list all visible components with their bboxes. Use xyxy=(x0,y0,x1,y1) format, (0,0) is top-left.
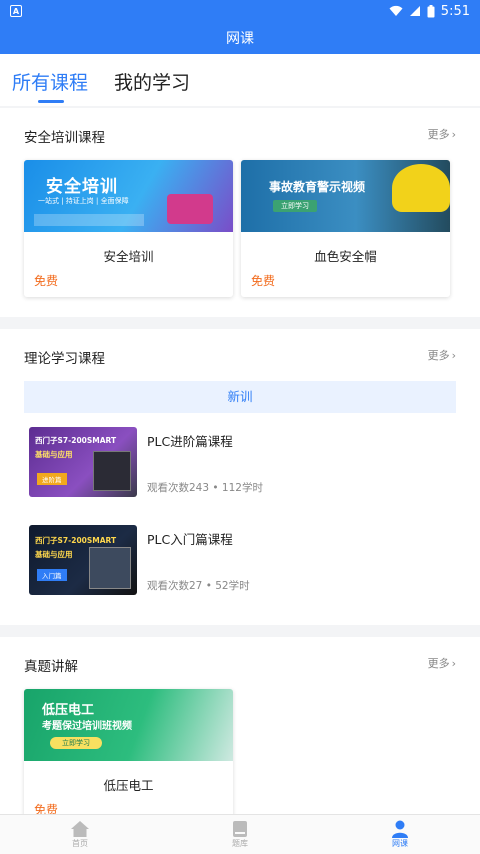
person-icon xyxy=(392,820,408,838)
course-list-item[interactable]: 西门子S7-200SMART 基础与应用 入门篇 PLC入门篇课程 观看次数27… xyxy=(24,525,456,623)
city-silhouette xyxy=(34,214,144,226)
course-title: PLC进阶篇课程 xyxy=(147,434,233,449)
status-bar: A 5:51 xyxy=(0,0,480,22)
thumbnail-line1: 西门子S7-200SMART xyxy=(35,436,117,445)
book-icon xyxy=(233,821,247,837)
bottom-nav: 首页 题库 网课 xyxy=(0,814,480,854)
thumbnail-title: 安全培训 xyxy=(46,177,118,197)
more-label: 更多 xyxy=(427,657,450,670)
course-name: 血色安全帽 xyxy=(314,249,377,264)
more-link[interactable]: 更多 › xyxy=(428,655,456,671)
plc-device-shape xyxy=(93,451,131,491)
app-bar: 网课 xyxy=(0,22,480,54)
course-card[interactable]: 低压电工 考题保过培训班视频 立即学习 低压电工 免费 xyxy=(24,689,233,814)
course-thumbnail: 低压电工 考题保过培训班视频 立即学习 xyxy=(24,689,233,761)
content-scroll[interactable]: 安全培训课程 更多 › 安全培训 一站式 | 持证上岗 | 全面保障 安全培训 免… xyxy=(0,108,480,814)
helmet-shape xyxy=(392,164,450,212)
chevron-right-icon: › xyxy=(451,348,456,362)
nav-home[interactable]: 首页 xyxy=(0,815,160,854)
thumbnail-subtitle: 考题保过培训班视频 xyxy=(42,721,132,732)
notification-a-icon: A xyxy=(10,5,22,17)
course-thumbnail: 安全培训 一站式 | 持证上岗 | 全面保障 xyxy=(24,160,233,232)
nav-label: 题库 xyxy=(232,839,248,848)
more-label: 更多 xyxy=(427,128,450,141)
course-meta: 观看次数243 • 112学时 xyxy=(147,482,263,494)
course-name: 低压电工 xyxy=(103,778,154,793)
section-divider xyxy=(0,317,480,329)
thumbnail-title: 低压电工 xyxy=(42,703,95,718)
tab-my-learning[interactable]: 我的学习 xyxy=(114,54,190,95)
battery-icon xyxy=(427,4,435,17)
more-link[interactable]: 更多 › xyxy=(428,347,456,363)
course-thumbnail: 西门子S7-200SMART 基础与应用 进阶篇 xyxy=(29,427,137,497)
nav-label: 首页 xyxy=(72,839,88,848)
thumbnail-line2: 基础与应用 xyxy=(35,450,73,459)
course-card[interactable]: 安全培训 一站式 | 持证上岗 | 全面保障 安全培训 免费 xyxy=(24,160,233,297)
thumbnail-button: 立即学习 xyxy=(50,737,102,749)
page-title: 网课 xyxy=(226,31,254,47)
thumbnail-tag: 进阶篇 xyxy=(37,473,67,485)
clock-time: 5:51 xyxy=(440,3,470,19)
course-card[interactable]: 事故教育警示视频 立即学习 血色安全帽 免费 xyxy=(241,160,450,297)
signal-icon xyxy=(409,6,420,16)
course-tabs: 所有课程 我的学习 xyxy=(0,54,480,106)
tab-all-courses[interactable]: 所有课程 xyxy=(12,54,88,103)
theory-section: 理论学习课程 更多 › 新训 西门子S7-200SMART 基础与应用 进阶篇 P… xyxy=(0,329,480,625)
section-title: 安全培训课程 xyxy=(24,130,105,146)
chevron-right-icon: › xyxy=(451,656,456,670)
chevron-right-icon: › xyxy=(451,127,456,141)
exam-section: 真题讲解 更多 › 低压电工 考题保过培训班视频 立即学习 低压电工 免费 xyxy=(0,637,480,814)
wifi-icon xyxy=(389,5,403,16)
illustration-shape xyxy=(167,194,213,224)
nav-online-course[interactable]: 网课 xyxy=(320,815,480,854)
course-thumbnail: 西门子S7-200SMART 基础与应用 入门篇 xyxy=(29,525,137,595)
thumbnail-line1: 西门子S7-200SMART xyxy=(35,536,117,545)
course-title: PLC入门篇课程 xyxy=(147,532,233,547)
more-label: 更多 xyxy=(427,349,450,362)
nav-label: 网课 xyxy=(392,839,408,848)
course-meta: 观看次数27 • 52学时 xyxy=(147,580,250,592)
category-bar[interactable]: 新训 xyxy=(24,381,456,413)
price-label: 免费 xyxy=(34,274,59,288)
price-label: 免费 xyxy=(34,803,59,814)
more-link[interactable]: 更多 › xyxy=(428,126,456,142)
nav-question-bank[interactable]: 题库 xyxy=(160,815,320,854)
thumbnail-button: 立即学习 xyxy=(273,200,317,212)
thumbnail-subtitle: 一站式 | 持证上岗 | 全面保障 xyxy=(38,197,129,205)
course-name: 安全培训 xyxy=(103,249,154,264)
thumbnail-title: 事故教育警示视频 xyxy=(269,180,366,194)
course-list-item[interactable]: 西门子S7-200SMART 基础与应用 进阶篇 PLC进阶篇课程 观看次数24… xyxy=(24,427,456,525)
plc-device-shape xyxy=(89,547,131,589)
price-label: 免费 xyxy=(251,274,276,288)
home-icon xyxy=(71,821,89,837)
section-title: 真题讲解 xyxy=(24,659,78,675)
course-thumbnail: 事故教育警示视频 立即学习 xyxy=(241,160,450,232)
safety-section: 安全培训课程 更多 › 安全培训 一站式 | 持证上岗 | 全面保障 安全培训 免… xyxy=(0,108,480,317)
section-divider xyxy=(0,625,480,637)
thumbnail-tag: 入门篇 xyxy=(37,569,67,581)
section-title: 理论学习课程 xyxy=(24,351,105,367)
thumbnail-line2: 基础与应用 xyxy=(35,550,73,559)
